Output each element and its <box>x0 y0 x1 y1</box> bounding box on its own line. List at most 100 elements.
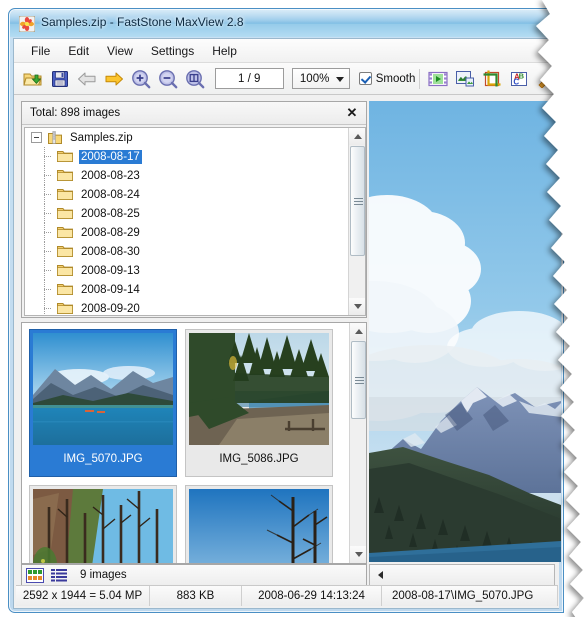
thumbnail-filename: IMG_5086.JPG <box>219 453 299 465</box>
magic-wand-icon <box>537 70 554 88</box>
smooth-checkbox-box[interactable] <box>358 72 372 85</box>
menu-bar: File Edit View Settings Help <box>14 39 559 63</box>
crop-button[interactable] <box>478 66 505 92</box>
collapse-toggle-icon[interactable] <box>31 132 42 143</box>
zoom-in-button[interactable] <box>128 66 155 92</box>
scroll-down-icon[interactable] <box>350 546 366 563</box>
slideshow-filmstrip-icon <box>428 71 448 86</box>
scroll-down-icon[interactable] <box>349 298 365 315</box>
thumbnail-item[interactable] <box>29 485 177 563</box>
thumbnail-vertical-scrollbar[interactable] <box>349 323 366 563</box>
chevron-down-icon <box>335 77 344 82</box>
tree-folder-label: 2008-08-17 <box>79 149 142 164</box>
effects-button[interactable] <box>532 66 559 92</box>
tree-folder-label: 2008-08-24 <box>81 188 140 201</box>
smooth-checkbox[interactable]: Smooth <box>358 72 415 85</box>
tree-guide-stub <box>44 251 52 252</box>
zoom-level-select[interactable]: 100% <box>291 68 350 89</box>
tree-folder-item[interactable]: 2008-09-13 <box>25 261 350 280</box>
thumbnail-scroll-thumb[interactable] <box>351 341 366 419</box>
folder-icon <box>57 227 73 238</box>
fit-window-icon <box>186 69 205 88</box>
chevron-left-icon <box>378 571 383 579</box>
open-folder-icon <box>23 73 43 85</box>
folder-icon <box>57 284 73 295</box>
folder-tree-panel: Total: 898 images ✕ Samples.zip 2008-08-… <box>21 101 367 318</box>
detail-list-icon[interactable] <box>50 568 68 583</box>
folder-icon <box>57 208 73 219</box>
thumbnail-button[interactable] <box>451 66 478 92</box>
zoom-out-button[interactable] <box>155 66 182 92</box>
zip-archive-icon <box>48 130 62 144</box>
tree-folder-label: 2008-09-20 <box>81 302 140 315</box>
thumbnail-image <box>33 333 173 445</box>
page-indicator-value: 1 / 9 <box>238 72 261 85</box>
folder-icon <box>57 189 73 200</box>
thumbnail-item[interactable] <box>185 485 333 563</box>
close-icon[interactable]: ✕ <box>344 105 360 121</box>
menu-help[interactable]: Help <box>203 41 246 61</box>
tree-scroll-thumb[interactable] <box>350 146 365 256</box>
toolbar-separator <box>419 68 421 89</box>
page-indicator[interactable]: 1 / 9 <box>214 68 284 89</box>
folder-tree-body: Samples.zip 2008-08-17 2008-08-23 2008-08-… <box>24 127 366 316</box>
tree-folder-item[interactable]: 2008-08-30 <box>25 242 350 261</box>
thumbnail-item[interactable]: IMG_5086.JPG <box>185 329 333 477</box>
zoom-in-icon <box>132 69 151 88</box>
compare-ab-icon: A B C <box>510 71 527 86</box>
compare-button[interactable]: A B C <box>505 66 532 92</box>
svg-text:C: C <box>513 77 519 86</box>
scroll-up-icon[interactable] <box>349 128 365 145</box>
folder-tree-list[interactable]: Samples.zip 2008-08-17 2008-08-23 2008-08-… <box>25 128 350 315</box>
thumbnail-image <box>189 489 329 563</box>
scroll-up-icon[interactable] <box>350 323 366 340</box>
menu-view[interactable]: View <box>98 41 142 61</box>
tree-guide-line <box>44 299 45 315</box>
status-path: 2008-08-17\IMG_5070.JPG <box>382 586 558 606</box>
image-viewer[interactable] <box>369 101 561 562</box>
tree-folder-label: 2008-08-25 <box>81 207 140 220</box>
tree-guide-stub <box>44 175 52 176</box>
arrow-left-icon <box>78 72 96 85</box>
tree-folder-item[interactable]: 2008-08-17 <box>25 147 350 166</box>
tree-guide-stub <box>44 232 52 233</box>
slideshow-button[interactable] <box>424 66 451 92</box>
tree-folder-item[interactable]: 2008-08-29 <box>25 223 350 242</box>
tree-vertical-scrollbar[interactable] <box>348 128 365 315</box>
tree-guide-stub <box>44 308 52 309</box>
tree-folder-label: 2008-08-23 <box>81 169 140 182</box>
menu-file[interactable]: File <box>22 41 59 61</box>
title-bar[interactable]: Samples.zip - FastStone MaxView 2.8 <box>10 10 562 37</box>
actual-size-button[interactable] <box>182 66 209 92</box>
menu-edit[interactable]: Edit <box>59 41 98 61</box>
thumbnail-panel: IMG_5070.JPG IMG_5086.JPG <box>21 322 367 564</box>
zoom-level-value: 100% <box>299 72 330 85</box>
tree-root-item[interactable]: Samples.zip <box>25 128 350 147</box>
floppy-save-icon <box>52 70 69 87</box>
tree-guide-stub <box>44 213 52 214</box>
save-button[interactable] <box>47 66 74 92</box>
previous-button[interactable] <box>74 66 101 92</box>
folder-icon <box>57 246 73 257</box>
menu-settings[interactable]: Settings <box>142 41 203 61</box>
next-button[interactable] <box>101 66 128 92</box>
faststone-flower-icon <box>19 16 35 32</box>
toolbar: 1 / 9 100% Smooth A B C <box>14 63 559 95</box>
total-images-label: Total: 898 images <box>30 107 121 119</box>
thumbnail-grid-icon[interactable] <box>26 567 44 583</box>
tree-folder-item[interactable]: 2008-09-20 <box>25 299 350 315</box>
thumbnail-item[interactable]: IMG_5070.JPG <box>29 329 177 477</box>
status-datetime: 2008-06-29 14:13:24 <box>242 586 382 606</box>
tree-folder-item[interactable]: 2008-09-14 <box>25 280 350 299</box>
tree-folder-item[interactable]: 2008-08-24 <box>25 185 350 204</box>
tree-children-container: 2008-08-17 2008-08-23 2008-08-24 2008-08-25… <box>25 147 350 315</box>
folder-icon <box>57 303 73 314</box>
tree-folder-label: 2008-08-30 <box>81 245 140 258</box>
zoom-out-icon <box>159 69 178 88</box>
open-folder-button[interactable] <box>20 66 47 92</box>
status-dimensions: 2592 x 1944 = 5.04 MP <box>16 586 150 606</box>
tree-folder-item[interactable]: 2008-08-23 <box>25 166 350 185</box>
tree-folder-item[interactable]: 2008-08-25 <box>25 204 350 223</box>
thumbnail-image <box>189 333 329 445</box>
panel-collapse-handle[interactable] <box>369 564 555 586</box>
